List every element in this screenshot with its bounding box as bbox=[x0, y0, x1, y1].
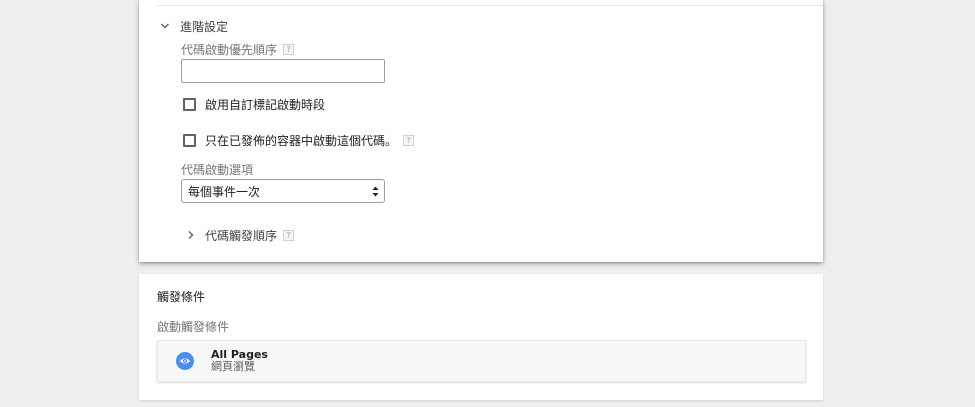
priority-input[interactable] bbox=[181, 59, 385, 83]
advanced-settings-label: 進階設定 bbox=[180, 19, 229, 34]
published-only-option[interactable]: 只在已發佈的容器中啟動這個代碼。 ? bbox=[183, 132, 415, 149]
firing-options-label-row: 代碼啟動選項 bbox=[181, 161, 253, 178]
trigger-text: All Pages 網頁瀏覽 bbox=[211, 349, 268, 373]
firing-options-value: 每個事件一次 bbox=[188, 184, 261, 199]
published-only-label: 只在已發佈的容器中啟動這個代碼。 bbox=[205, 134, 398, 148]
published-only-checkbox[interactable] bbox=[183, 134, 196, 147]
advanced-settings-card: 進階設定 代碼啟動優先順序 ? 啟用自訂標記啟動時段 只在已發佈的容器中啟動這個… bbox=[139, 0, 823, 262]
custom-schedule-label: 啟用自訂標記啟動時段 bbox=[205, 98, 326, 112]
custom-schedule-option[interactable]: 啟用自訂標記啟動時段 bbox=[183, 96, 325, 113]
trigger-row-all-pages[interactable]: All Pages 網頁瀏覽 bbox=[157, 340, 806, 382]
help-icon[interactable]: ? bbox=[403, 135, 415, 146]
select-arrows-icon bbox=[372, 186, 379, 197]
firing-options-label: 代碼啟動選項 bbox=[181, 163, 254, 177]
trigger-type: 網頁瀏覽 bbox=[211, 360, 255, 373]
chevron-down-icon bbox=[160, 21, 180, 31]
help-icon[interactable]: ? bbox=[283, 229, 295, 241]
triggering-title: 觸發條件 bbox=[157, 290, 206, 304]
priority-label-row: 代碼啟動優先順序 ? bbox=[181, 41, 295, 58]
tag-sequencing-label: 代碼觸發順序 bbox=[205, 228, 278, 243]
help-icon[interactable]: ? bbox=[283, 44, 295, 55]
triggering-card: 觸發條件 啟動觸發條件 All Pages 網頁瀏覽 bbox=[139, 274, 823, 400]
eye-icon bbox=[176, 352, 194, 370]
tag-sequencing-toggle[interactable]: 代碼觸發順序 ? bbox=[186, 226, 295, 244]
firing-options-select[interactable]: 每個事件一次 bbox=[181, 179, 385, 203]
firing-triggers-label: 啟動觸發條件 bbox=[157, 320, 230, 334]
priority-label: 代碼啟動優先順序 bbox=[181, 43, 278, 57]
divider bbox=[157, 5, 823, 6]
custom-schedule-checkbox[interactable] bbox=[183, 98, 196, 111]
advanced-settings-toggle[interactable]: 進階設定 bbox=[160, 16, 228, 36]
chevron-right-icon bbox=[186, 230, 205, 240]
